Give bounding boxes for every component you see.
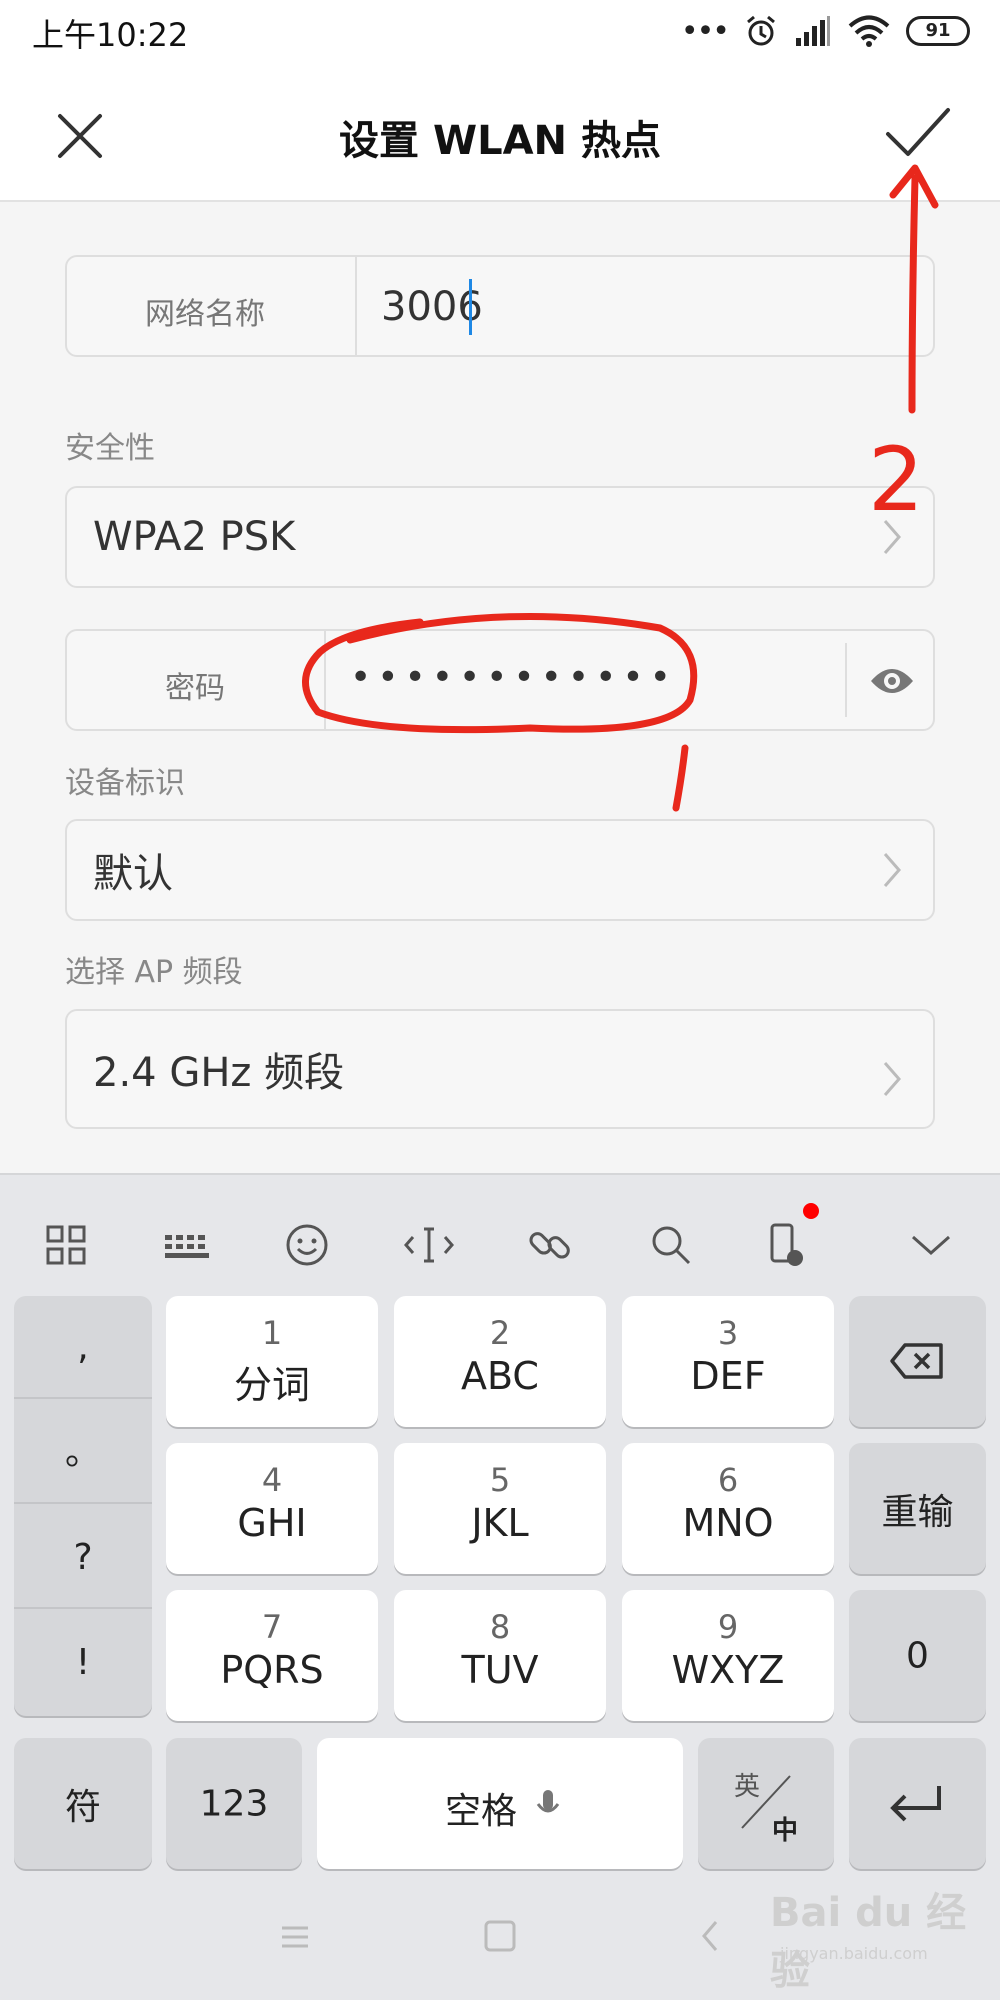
punctuation-column: , 。 ? ! (14, 1296, 152, 1716)
enter-icon (890, 1786, 941, 1822)
key-6[interactable]: 6 MNO (622, 1443, 834, 1574)
language-switch-key[interactable]: 英 中 (698, 1738, 834, 1869)
band-value: 2.4 GHz 频段 (93, 1050, 345, 1096)
space-key[interactable]: 空格 (317, 1738, 683, 1869)
enter-key[interactable] (849, 1738, 986, 1869)
menu-icon[interactable] (278, 1920, 312, 1954)
key-8[interactable]: 8 TUV (394, 1590, 606, 1721)
watermark-text: Bai du 经验 (770, 1890, 967, 1994)
chevron-right-icon (883, 520, 901, 554)
battery-icon: 91 (906, 16, 970, 46)
keyboard-layout-icon[interactable] (157, 1215, 217, 1275)
reenter-key[interactable]: 重输 (849, 1443, 986, 1574)
watermark-url: jingyan.baidu.com (780, 1944, 928, 1963)
key-2[interactable]: 2 ABC (394, 1296, 606, 1427)
password-input[interactable]: •••••••••••• (326, 631, 826, 729)
band-selector[interactable]: 2.4 GHz 频段 (65, 1009, 935, 1129)
text-cursor (469, 279, 472, 335)
home-icon[interactable] (482, 1918, 518, 1954)
check-icon[interactable] (880, 102, 954, 166)
device-id-section-label: 设备标识 (65, 766, 185, 801)
title-bar: 设置 WLAN 热点 (0, 64, 1000, 202)
page-title: 设置 WLAN 热点 (339, 118, 661, 164)
punct-key-exclamation[interactable]: ! (14, 1611, 152, 1714)
device-id-value: 默认 (93, 851, 173, 897)
device-id-selector[interactable]: 默认 (65, 819, 935, 921)
key-1[interactable]: 1 分词 (166, 1296, 378, 1427)
network-name-label: 网络名称 (145, 297, 265, 332)
network-name-value: 3006 (381, 284, 483, 330)
key-7[interactable]: 7 PQRS (166, 1590, 378, 1721)
chevron-right-icon (883, 1062, 901, 1096)
punct-key-comma[interactable]: , (14, 1296, 152, 1399)
key-5[interactable]: 5 JKL (394, 1443, 606, 1574)
apps-grid-icon[interactable] (36, 1215, 96, 1275)
network-name-field: 网络名称 3006 (65, 255, 935, 357)
chevron-right-icon (883, 853, 901, 887)
number-mode-key[interactable]: 123 (166, 1738, 302, 1869)
password-field: 密码 •••••••••••• (65, 629, 935, 731)
punct-key-question[interactable]: ? (14, 1506, 152, 1609)
link-icon[interactable] (520, 1215, 580, 1275)
security-value: WPA2 PSK (93, 514, 296, 560)
network-name-input[interactable]: 3006 (357, 257, 933, 355)
mark-1-stroke (672, 744, 689, 812)
band-section-label: 选择 AP 频段 (65, 955, 243, 990)
key-0[interactable]: 0 (849, 1590, 986, 1721)
status-time: 上午10:22 (32, 16, 189, 54)
chevron-down-icon[interactable] (901, 1215, 961, 1275)
emoji-icon[interactable] (277, 1215, 337, 1275)
eye-icon[interactable] (869, 665, 915, 697)
security-selector[interactable]: WPA2 PSK (65, 486, 935, 588)
wifi-icon (848, 15, 890, 47)
back-icon[interactable] (698, 1918, 722, 1954)
baidu-jingyan-watermark: Bai du 经验 jingyan.baidu.com (770, 1880, 990, 1994)
status-icons: ••• 91 (681, 12, 970, 50)
keyboard: , 。 ? ! 1 分词 2 ABC 3 DEF 4 GHI 5 JKL 6 MNO 重输 … (0, 1173, 1000, 2000)
status-bar: 上午10:22 ••• 91 (0, 0, 1000, 64)
security-section-label: 安全性 (65, 431, 155, 466)
password-label: 密码 (165, 671, 225, 706)
key-9[interactable]: 9 WXYZ (622, 1590, 834, 1721)
more-dots-icon: ••• (680, 13, 730, 49)
backspace-icon (890, 1343, 943, 1379)
phone-sync-icon[interactable] (756, 1215, 816, 1275)
notification-dot (803, 1203, 819, 1219)
backspace-key[interactable] (849, 1296, 986, 1427)
symbols-key[interactable]: 符 (14, 1738, 152, 1869)
alarm-icon (747, 15, 775, 46)
password-value: •••••••••••• (350, 657, 677, 698)
signal-icon (796, 16, 830, 46)
punct-key-period[interactable]: 。 (14, 1401, 152, 1504)
key-4[interactable]: 4 GHI (166, 1443, 378, 1574)
key-3[interactable]: 3 DEF (622, 1296, 834, 1427)
microphone-icon (536, 1790, 560, 1813)
cursor-move-icon[interactable] (399, 1215, 459, 1275)
search-icon[interactable] (641, 1215, 701, 1275)
